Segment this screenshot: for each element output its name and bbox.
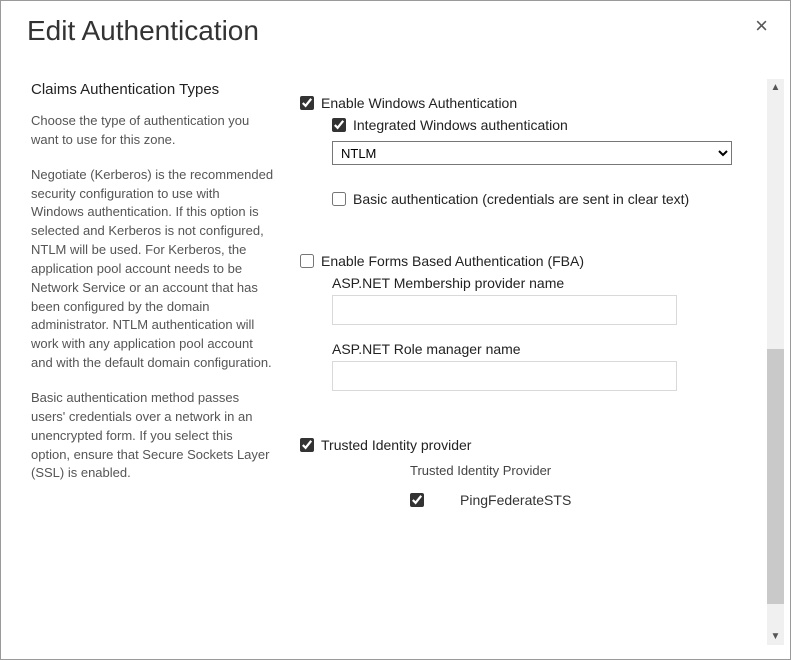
dialog-body: Claims Authentication Types Choose the t… [1, 53, 790, 649]
membership-input[interactable] [332, 295, 677, 325]
integrated-row: Integrated Windows authentication [332, 117, 778, 133]
basic-label: Basic authentication (credentials are se… [353, 191, 689, 207]
dialog-header: Edit Authentication [1, 1, 790, 53]
help-text-basic: Basic authentication method passes users… [31, 389, 274, 483]
left-panel: Claims Authentication Types Choose the t… [31, 65, 286, 637]
role-label: ASP.NET Role manager name [332, 341, 778, 357]
pingfed-label: PingFederateSTS [460, 492, 571, 508]
enable-fba-row: Enable Forms Based Authentication (FBA) [300, 253, 778, 269]
integrated-label: Integrated Windows authentication [353, 117, 568, 133]
basic-checkbox[interactable] [332, 192, 346, 206]
scroll-up-icon[interactable]: ▲ [767, 79, 784, 96]
scroll-thumb[interactable] [767, 349, 784, 604]
pingfed-row: PingFederateSTS [410, 492, 778, 508]
dialog-title: Edit Authentication [27, 15, 764, 47]
enable-fba-checkbox[interactable] [300, 254, 314, 268]
enable-windows-row: Enable Windows Authentication [300, 95, 778, 111]
scroll-down-icon[interactable]: ▼ [767, 628, 784, 645]
basic-row: Basic authentication (credentials are se… [332, 191, 778, 207]
dialog: Edit Authentication × Claims Authenticat… [0, 0, 791, 660]
trusted-label: Trusted Identity provider [321, 437, 471, 453]
help-text-kerberos: Negotiate (Kerberos) is the recommended … [31, 166, 274, 373]
membership-label: ASP.NET Membership provider name [332, 275, 778, 291]
right-panel: Enable Windows Authentication Integrated… [286, 65, 782, 637]
enable-windows-label: Enable Windows Authentication [321, 95, 517, 111]
pingfed-checkbox[interactable] [410, 493, 424, 507]
help-text-zone: Choose the type of authentication you wa… [31, 112, 274, 150]
trusted-checkbox[interactable] [300, 438, 314, 452]
enable-fba-label: Enable Forms Based Authentication (FBA) [321, 253, 584, 269]
close-icon[interactable]: × [755, 15, 768, 37]
integrated-checkbox[interactable] [332, 118, 346, 132]
trusted-row: Trusted Identity provider [300, 437, 778, 453]
section-heading: Claims Authentication Types [31, 81, 274, 98]
auth-method-select[interactable]: NTLM [332, 141, 732, 165]
scrollbar[interactable]: ▲ ▼ [767, 79, 784, 645]
trusted-subheader: Trusted Identity Provider [410, 463, 778, 478]
role-input[interactable] [332, 361, 677, 391]
enable-windows-checkbox[interactable] [300, 96, 314, 110]
